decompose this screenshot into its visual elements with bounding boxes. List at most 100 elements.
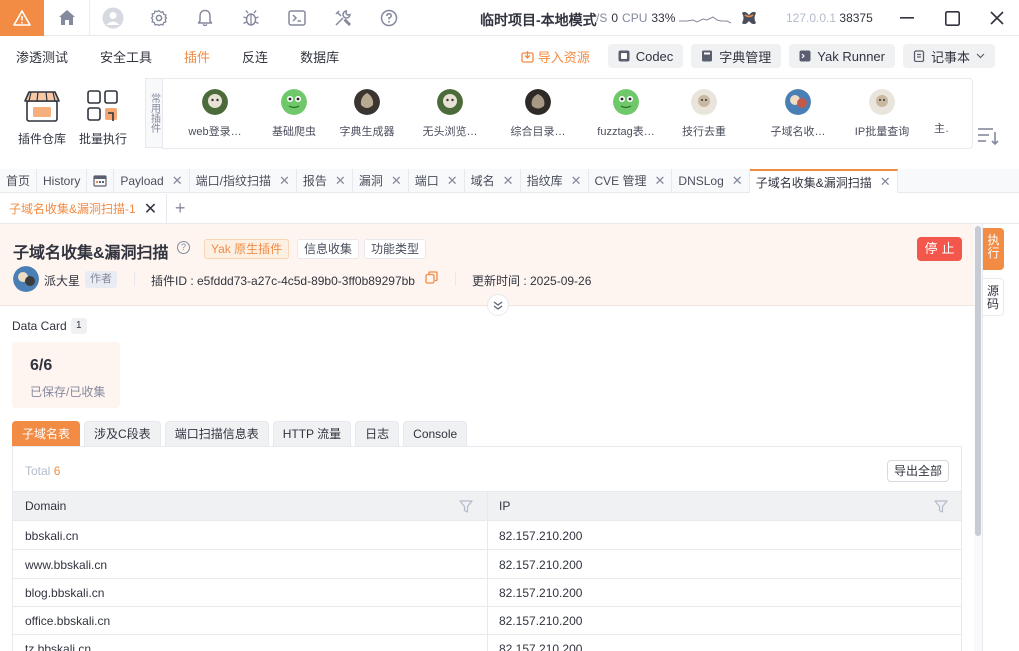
tab-home[interactable]: 首页: [0, 169, 38, 192]
add-subtab-icon[interactable]: +: [167, 198, 193, 219]
stop-button[interactable]: 停止: [917, 237, 962, 261]
vertical-scrollbar[interactable]: [974, 224, 982, 651]
execute-side-tab[interactable]: 执行: [983, 228, 1004, 270]
plugin-card[interactable]: 无头浏览…: [408, 89, 492, 139]
plugin-type-tag: Yak 原生插件: [204, 239, 290, 259]
tab-ports[interactable]: 端口 ✕: [409, 169, 465, 192]
close-tab-icon[interactable]: ✕: [391, 173, 402, 189]
maximize-icon[interactable]: [930, 0, 974, 36]
minimize-icon[interactable]: [885, 0, 929, 36]
common-plugins-tab[interactable]: 常用插件: [145, 78, 162, 148]
tab-subdomain-table[interactable]: 子域名表: [12, 421, 81, 446]
notepad-button[interactable]: 记事本: [902, 44, 995, 68]
close-tab-icon[interactable]: ✕: [503, 173, 514, 189]
menu-reverse[interactable]: 反连: [242, 47, 268, 66]
column-header-ip[interactable]: IP: [487, 492, 510, 521]
sort-list-icon[interactable]: [977, 127, 999, 148]
tab-cve-manager[interactable]: CVE 管理 ✕: [589, 169, 673, 192]
menu-security-tools[interactable]: 安全工具: [100, 47, 152, 66]
terminal-icon[interactable]: [274, 0, 320, 36]
table-row[interactable]: tz.bbskali.cn 82.157.210.200: [13, 635, 961, 651]
tab-vulnerabilities[interactable]: 漏洞 ✕: [353, 169, 409, 192]
plugin-card[interactable]: 技行去重: [662, 89, 746, 139]
plugin-card[interactable]: 基础爬虫: [252, 89, 336, 139]
bug-icon[interactable]: [228, 0, 274, 36]
batch-run-tool[interactable]: 批量执行: [75, 89, 131, 147]
filter-icon[interactable]: [934, 500, 948, 513]
tab-history[interactable]: History: [37, 169, 88, 192]
tab-dnslog[interactable]: DNSLog ✕: [672, 169, 750, 192]
help-icon[interactable]: [366, 0, 412, 36]
table-row[interactable]: blog.bbskali.cn 82.157.210.200: [13, 579, 961, 607]
table-row[interactable]: www.bbskali.cn 82.157.210.200: [13, 551, 961, 579]
cell-domain: office.bbskali.cn: [25, 614, 111, 628]
user-avatar-icon[interactable]: [90, 0, 136, 36]
plugin-avatar: [525, 89, 551, 115]
close-tab-icon[interactable]: ✕: [655, 173, 666, 189]
source-code-side-tab[interactable]: 源码: [983, 278, 1004, 316]
collapse-header-button[interactable]: [487, 294, 509, 316]
gear-icon[interactable]: [136, 0, 182, 36]
codec-button[interactable]: Codec: [607, 44, 684, 68]
calendar-icon: [93, 175, 107, 187]
close-tab-icon[interactable]: ✕: [172, 173, 183, 189]
table-row[interactable]: bbskali.cn 82.157.210.200: [13, 522, 961, 550]
close-tab-icon[interactable]: ✕: [447, 173, 458, 189]
tab-fingerprint-library[interactable]: 指纹库 ✕: [521, 169, 589, 192]
filter-icon[interactable]: [459, 500, 473, 513]
tab-port-scan-table[interactable]: 端口扫描信息表: [164, 421, 269, 446]
scroll-thumb[interactable]: [975, 226, 981, 536]
close-tab-icon[interactable]: ✕: [279, 173, 290, 189]
home-icon[interactable]: [44, 0, 90, 36]
dictionary-manager-button[interactable]: 字典管理: [691, 44, 782, 68]
tab-port-fingerprint-scan[interactable]: 端口/指纹扫描 ✕: [190, 169, 297, 192]
plugin-store-tool[interactable]: 插件仓库: [14, 89, 70, 147]
tools-icon[interactable]: [320, 0, 366, 36]
tab-http-traffic[interactable]: HTTP 流量: [272, 421, 352, 446]
plugin-card[interactable]: fuzztag表…: [584, 89, 668, 139]
tab-logs[interactable]: 日志: [355, 421, 400, 446]
import-resources-link[interactable]: 导入资源: [521, 47, 590, 66]
engine-port: 38375: [839, 11, 873, 25]
close-tab-icon[interactable]: ✕: [880, 174, 891, 190]
menu-pentest[interactable]: 渗透测试: [16, 47, 68, 66]
tab-c-segment-table[interactable]: 涉及C段表: [84, 421, 161, 446]
tab-console[interactable]: Console: [403, 421, 468, 446]
menu-plugins[interactable]: 插件: [184, 47, 210, 66]
warning-icon[interactable]: [0, 0, 44, 36]
tab-payload[interactable]: Payload ✕: [114, 169, 190, 192]
tab-subdomain-scan[interactable]: 子域名收集&漏洞扫描 ✕: [749, 169, 898, 193]
close-icon[interactable]: [975, 0, 1019, 36]
plugin-name: web登录…: [188, 126, 242, 138]
data-card-title: Data Card: [12, 319, 67, 333]
help-icon[interactable]: ?: [177, 241, 190, 254]
plugin-store-label: 插件仓库: [17, 132, 66, 146]
bell-icon[interactable]: [182, 0, 228, 36]
export-all-button[interactable]: 导出全部: [886, 460, 949, 482]
plugin-card[interactable]: 字典生成器: [325, 89, 409, 139]
tab-domains[interactable]: 域名 ✕: [465, 169, 521, 192]
yak-runner-button[interactable]: Yak Runner: [789, 44, 895, 68]
tab-label: 指纹库: [526, 174, 563, 188]
column-header-domain[interactable]: Domain: [13, 492, 66, 521]
plugin-card[interactable]: 综合目录…: [496, 89, 580, 139]
subtab-instance[interactable]: 子域名收集&漏洞扫描-1 ✕: [0, 193, 168, 224]
import-label: 导入资源: [537, 49, 590, 65]
plugin-card[interactable]: web登录…: [173, 89, 257, 139]
close-tab-icon[interactable]: ✕: [732, 173, 743, 189]
chevron-down-icon: [976, 53, 985, 59]
menu-database[interactable]: 数据库: [300, 47, 339, 66]
tab-report[interactable]: 报告 ✕: [297, 169, 353, 192]
stats-value: 0: [611, 11, 619, 25]
close-tab-icon[interactable]: ✕: [335, 173, 346, 189]
cell-domain: bbskali.cn: [25, 529, 79, 543]
tab-label: History: [43, 173, 81, 188]
plugin-card[interactable]: 子域名收…: [756, 89, 840, 139]
copy-icon[interactable]: [425, 271, 438, 287]
close-subtab-icon[interactable]: ✕: [144, 199, 157, 219]
tab-calendar[interactable]: [87, 169, 115, 192]
plugin-card[interactable]: 主机: [908, 89, 948, 136]
table-row[interactable]: office.bbskali.cn 82.157.210.200: [13, 607, 961, 635]
close-tab-icon[interactable]: ✕: [571, 173, 582, 189]
cell-ip: 82.157.210.200: [499, 642, 583, 651]
